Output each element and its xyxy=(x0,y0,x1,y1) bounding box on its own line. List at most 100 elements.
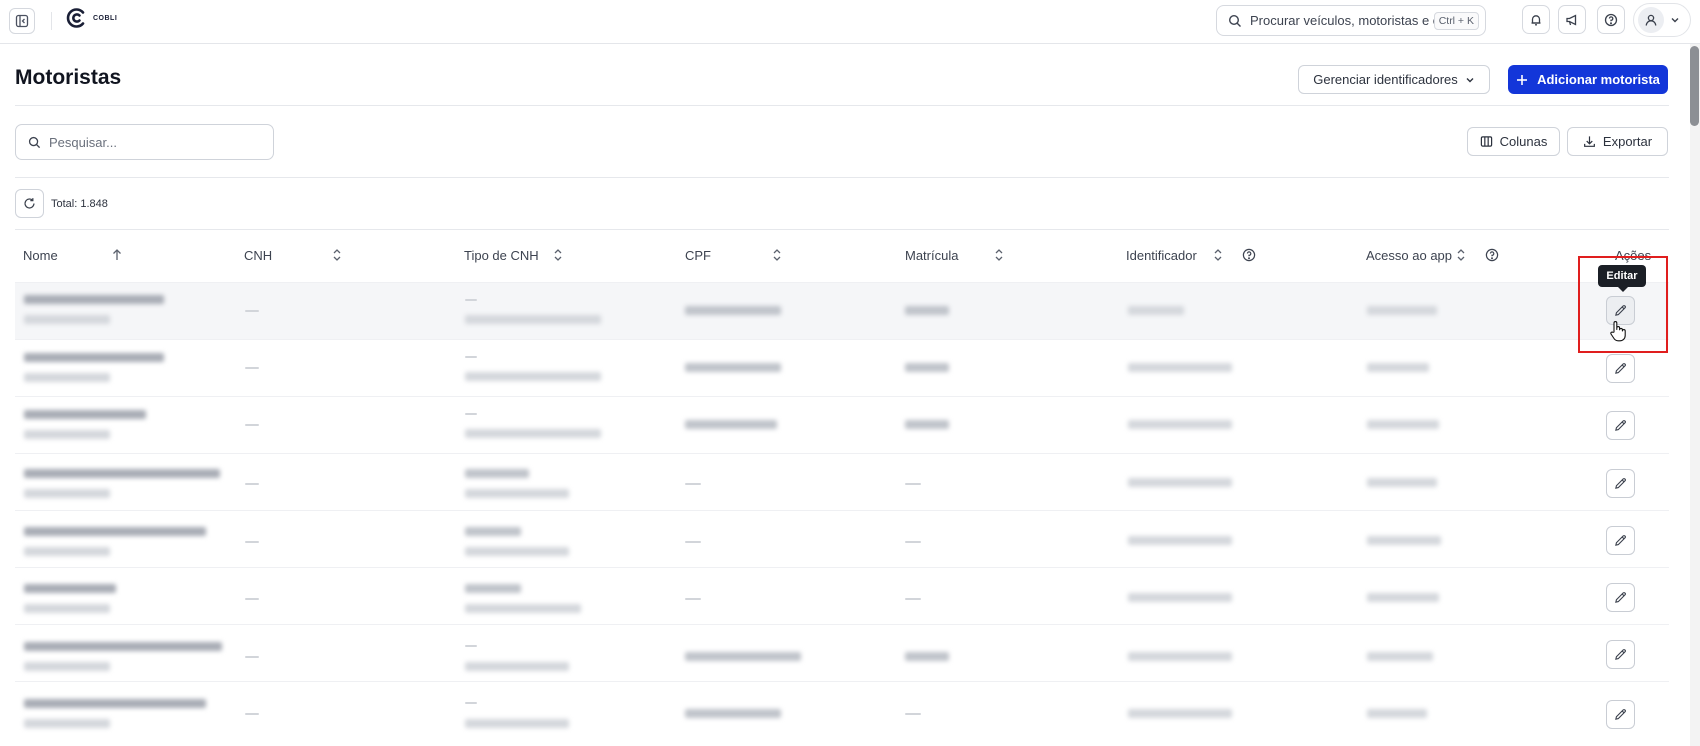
table-row[interactable] xyxy=(15,567,1669,624)
help-icon[interactable] xyxy=(1242,248,1256,262)
redacted-phone xyxy=(24,373,110,382)
redacted-name xyxy=(24,642,222,651)
empty-value xyxy=(245,424,259,426)
page-scrollbar[interactable] xyxy=(1690,44,1700,746)
redacted-identifier xyxy=(1128,306,1184,315)
pencil-icon xyxy=(1614,648,1627,661)
chevron-down-icon xyxy=(1670,15,1680,25)
empty-value xyxy=(465,702,477,704)
column-header-matricula[interactable]: Matrícula xyxy=(905,248,958,263)
sort-icon[interactable] xyxy=(552,248,564,262)
edit-button[interactable] xyxy=(1606,700,1635,729)
total-count: Total: 1.848 xyxy=(51,198,108,210)
redacted-registration xyxy=(905,652,949,661)
redacted-name xyxy=(24,699,206,708)
redacted-identifier xyxy=(1128,652,1232,661)
empty-value xyxy=(905,713,921,715)
refresh-icon xyxy=(23,197,36,210)
redacted-cpf xyxy=(685,652,801,661)
empty-value xyxy=(245,541,259,543)
export-button[interactable]: Exportar xyxy=(1567,127,1668,156)
avatar xyxy=(1638,7,1664,33)
redacted-registration xyxy=(905,363,949,372)
redacted-name xyxy=(24,353,164,362)
edit-button[interactable] xyxy=(1606,640,1635,669)
redacted-app-access xyxy=(1367,306,1437,315)
plus-icon xyxy=(1516,74,1528,86)
column-header-tipo-cnh[interactable]: Tipo de CNH xyxy=(464,248,539,263)
column-header-acesso-app[interactable]: Acesso ao app xyxy=(1366,248,1452,263)
sort-icon[interactable] xyxy=(331,248,343,262)
pencil-icon xyxy=(1614,362,1627,375)
global-search-input[interactable]: Procurar veículos, motoristas e etc... C… xyxy=(1216,5,1486,36)
column-header-acoes: Ações xyxy=(1615,248,1652,263)
table-row[interactable] xyxy=(15,453,1669,510)
announcements-button[interactable] xyxy=(1558,5,1586,34)
columns-label: Colunas xyxy=(1499,134,1548,149)
search-input[interactable] xyxy=(49,134,249,150)
notifications-button[interactable] xyxy=(1522,5,1550,34)
table-row[interactable] xyxy=(15,396,1669,453)
sort-icon[interactable] xyxy=(1212,248,1224,262)
redacted-license-type xyxy=(465,527,521,536)
table-row[interactable] xyxy=(15,624,1669,681)
global-search-placeholder: Procurar veículos, motoristas e etc... xyxy=(1250,13,1460,28)
edit-button[interactable] xyxy=(1606,526,1635,555)
column-header-cnh[interactable]: CNH xyxy=(244,248,272,263)
manage-identifiers-button[interactable]: Gerenciar identificadores xyxy=(1298,65,1490,94)
empty-value xyxy=(685,541,701,543)
refresh-button[interactable] xyxy=(15,189,44,218)
edit-button[interactable] xyxy=(1606,469,1635,498)
redacted-name xyxy=(24,584,116,593)
column-header-identificador[interactable]: Identificador xyxy=(1126,248,1197,263)
columns-icon xyxy=(1480,135,1493,148)
redacted-app-access xyxy=(1367,652,1433,661)
download-icon xyxy=(1583,135,1596,148)
empty-value xyxy=(245,367,259,369)
sidebar-toggle-button[interactable] xyxy=(9,8,35,34)
sort-icon[interactable] xyxy=(1455,248,1467,262)
table-row[interactable] xyxy=(15,339,1669,396)
column-header-cpf[interactable]: CPF xyxy=(685,248,711,263)
redacted-registration xyxy=(905,420,949,429)
empty-value xyxy=(245,656,259,658)
redacted-app-access xyxy=(1367,709,1427,718)
table-row[interactable] xyxy=(15,510,1669,567)
edit-button[interactable] xyxy=(1606,354,1635,383)
redacted-license-date xyxy=(465,719,569,728)
add-driver-button[interactable]: Adicionar motorista xyxy=(1508,65,1668,94)
redacted-registration xyxy=(905,306,949,315)
redacted-name xyxy=(24,469,220,478)
scrollbar-thumb[interactable] xyxy=(1690,46,1699,126)
redacted-cpf xyxy=(685,420,777,429)
redacted-license-type xyxy=(465,429,601,438)
empty-value xyxy=(245,310,259,312)
redacted-name xyxy=(24,410,146,419)
redacted-identifier xyxy=(1128,420,1232,429)
redacted-app-access xyxy=(1367,478,1437,487)
sort-icon[interactable] xyxy=(771,248,783,262)
pencil-icon xyxy=(1614,304,1627,317)
table-row[interactable] xyxy=(15,282,1669,339)
redacted-license-type xyxy=(465,469,529,478)
cobli-logo[interactable]: COBLI xyxy=(64,5,117,31)
topbar-divider xyxy=(51,12,52,30)
redacted-identifier xyxy=(1128,363,1232,372)
columns-button[interactable]: Colunas xyxy=(1467,127,1560,156)
help-icon[interactable] xyxy=(1485,248,1499,262)
header-divider xyxy=(15,105,1669,106)
table-row[interactable] xyxy=(15,681,1669,738)
toolbar-divider xyxy=(15,177,1669,178)
help-button[interactable] xyxy=(1597,5,1625,34)
user-menu-button[interactable] xyxy=(1633,3,1691,37)
edit-button[interactable] xyxy=(1606,411,1635,440)
empty-value xyxy=(245,598,259,600)
pencil-icon xyxy=(1614,419,1627,432)
sort-icon[interactable] xyxy=(993,248,1005,262)
redacted-app-access xyxy=(1367,363,1429,372)
edit-button[interactable] xyxy=(1606,583,1635,612)
search-box[interactable] xyxy=(15,124,274,160)
empty-value xyxy=(245,483,259,485)
sort-ascending-icon[interactable] xyxy=(111,248,123,262)
column-header-nome[interactable]: Nome xyxy=(23,248,58,263)
